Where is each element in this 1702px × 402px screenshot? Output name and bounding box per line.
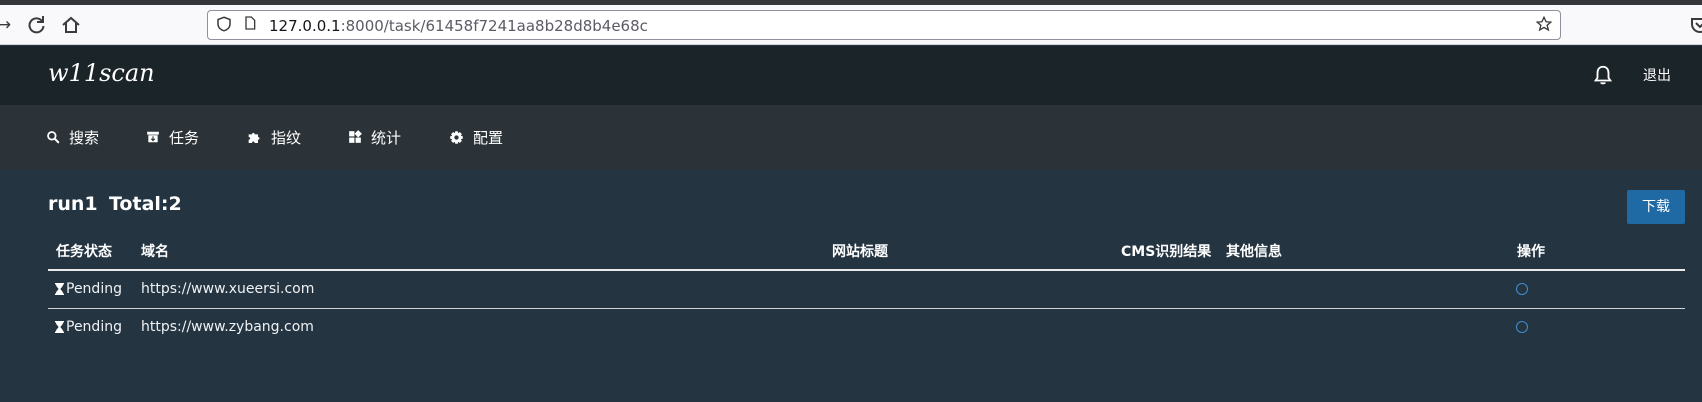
home-icon[interactable]	[59, 13, 83, 37]
pocket-icon[interactable]	[1688, 13, 1702, 37]
column-header-other-info: 其他信息	[1226, 244, 1282, 260]
brand-logo[interactable]: w11scan	[48, 59, 155, 87]
hourglass-icon	[55, 283, 64, 295]
grid-icon	[349, 130, 362, 143]
loading-spinner-icon[interactable]	[1516, 283, 1528, 295]
menu-item-search[interactable]: 搜索	[46, 127, 99, 147]
hourglass-icon	[55, 321, 64, 333]
status-cell: Pending	[55, 281, 122, 297]
url-host: 127.0.0.1	[269, 17, 341, 35]
address-bar[interactable]: 127.0.0.1:8000/task/61458f7241aa8b28d8b4…	[207, 10, 1561, 40]
menu-item-label: 任务	[169, 128, 200, 147]
forward-arrow-icon[interactable]: →	[0, 13, 16, 37]
menu-item-config[interactable]: 配置	[449, 127, 503, 147]
download-button[interactable]: 下载	[1627, 190, 1685, 224]
menu-item-label: 配置	[473, 128, 504, 147]
archive-icon	[147, 131, 159, 143]
status-text: Pending	[66, 281, 122, 297]
status-text: Pending	[66, 319, 122, 335]
menu-item-tasks[interactable]: 任务	[146, 127, 199, 147]
page-icon[interactable]	[240, 15, 260, 35]
column-header-actions: 操作	[1517, 244, 1545, 260]
menu-item-label: 统计	[371, 128, 402, 147]
bookmark-star-icon[interactable]	[1534, 15, 1554, 35]
table-row: Pending https://www.xueersi.com	[48, 271, 1685, 307]
logout-link[interactable]: 退出	[1643, 65, 1671, 85]
bell-icon[interactable]	[1592, 64, 1614, 86]
task-total: Total:2	[109, 193, 182, 215]
column-header-status: 任务状态	[56, 244, 112, 260]
table-row: Pending https://www.zybang.com	[48, 309, 1685, 345]
domain-cell: https://www.zybang.com	[141, 319, 314, 335]
shield-icon[interactable]	[214, 15, 234, 35]
domain-cell: https://www.xueersi.com	[141, 281, 315, 297]
search-icon	[47, 131, 60, 144]
url-text[interactable]: 127.0.0.1:8000/task/61458f7241aa8b28d8b4…	[269, 17, 648, 35]
menu-item-label: 搜索	[69, 128, 100, 147]
puzzle-icon	[248, 132, 260, 143]
menu-item-fingerprint[interactable]: 指纹	[246, 127, 301, 147]
url-path: :8000/task/61458f7241aa8b28d8b4e68c	[340, 17, 648, 35]
column-header-cms: CMS识别结果	[1121, 244, 1212, 260]
menu-item-label: 指纹	[271, 128, 302, 147]
gear-icon	[450, 130, 463, 144]
status-cell: Pending	[55, 319, 122, 335]
column-header-site-title: 网站标题	[832, 244, 888, 260]
loading-spinner-icon[interactable]	[1516, 321, 1528, 333]
app-header: w11scan 退出	[0, 46, 1702, 105]
menu-item-stats[interactable]: 统计	[348, 127, 401, 147]
reload-icon[interactable]	[24, 13, 48, 37]
main-menu: 搜索 任务 指纹 统计 配置	[0, 105, 1702, 169]
task-name: run1	[48, 193, 98, 215]
column-header-domain: 域名	[141, 244, 169, 260]
browser-toolbar: → 127.0.0.1:8000/task/61458f7241aa8b28d8…	[0, 5, 1702, 45]
task-content: run1 Total:2 下载 任务状态 域名 网站标题 CMS识别结果 其他信…	[0, 169, 1702, 402]
